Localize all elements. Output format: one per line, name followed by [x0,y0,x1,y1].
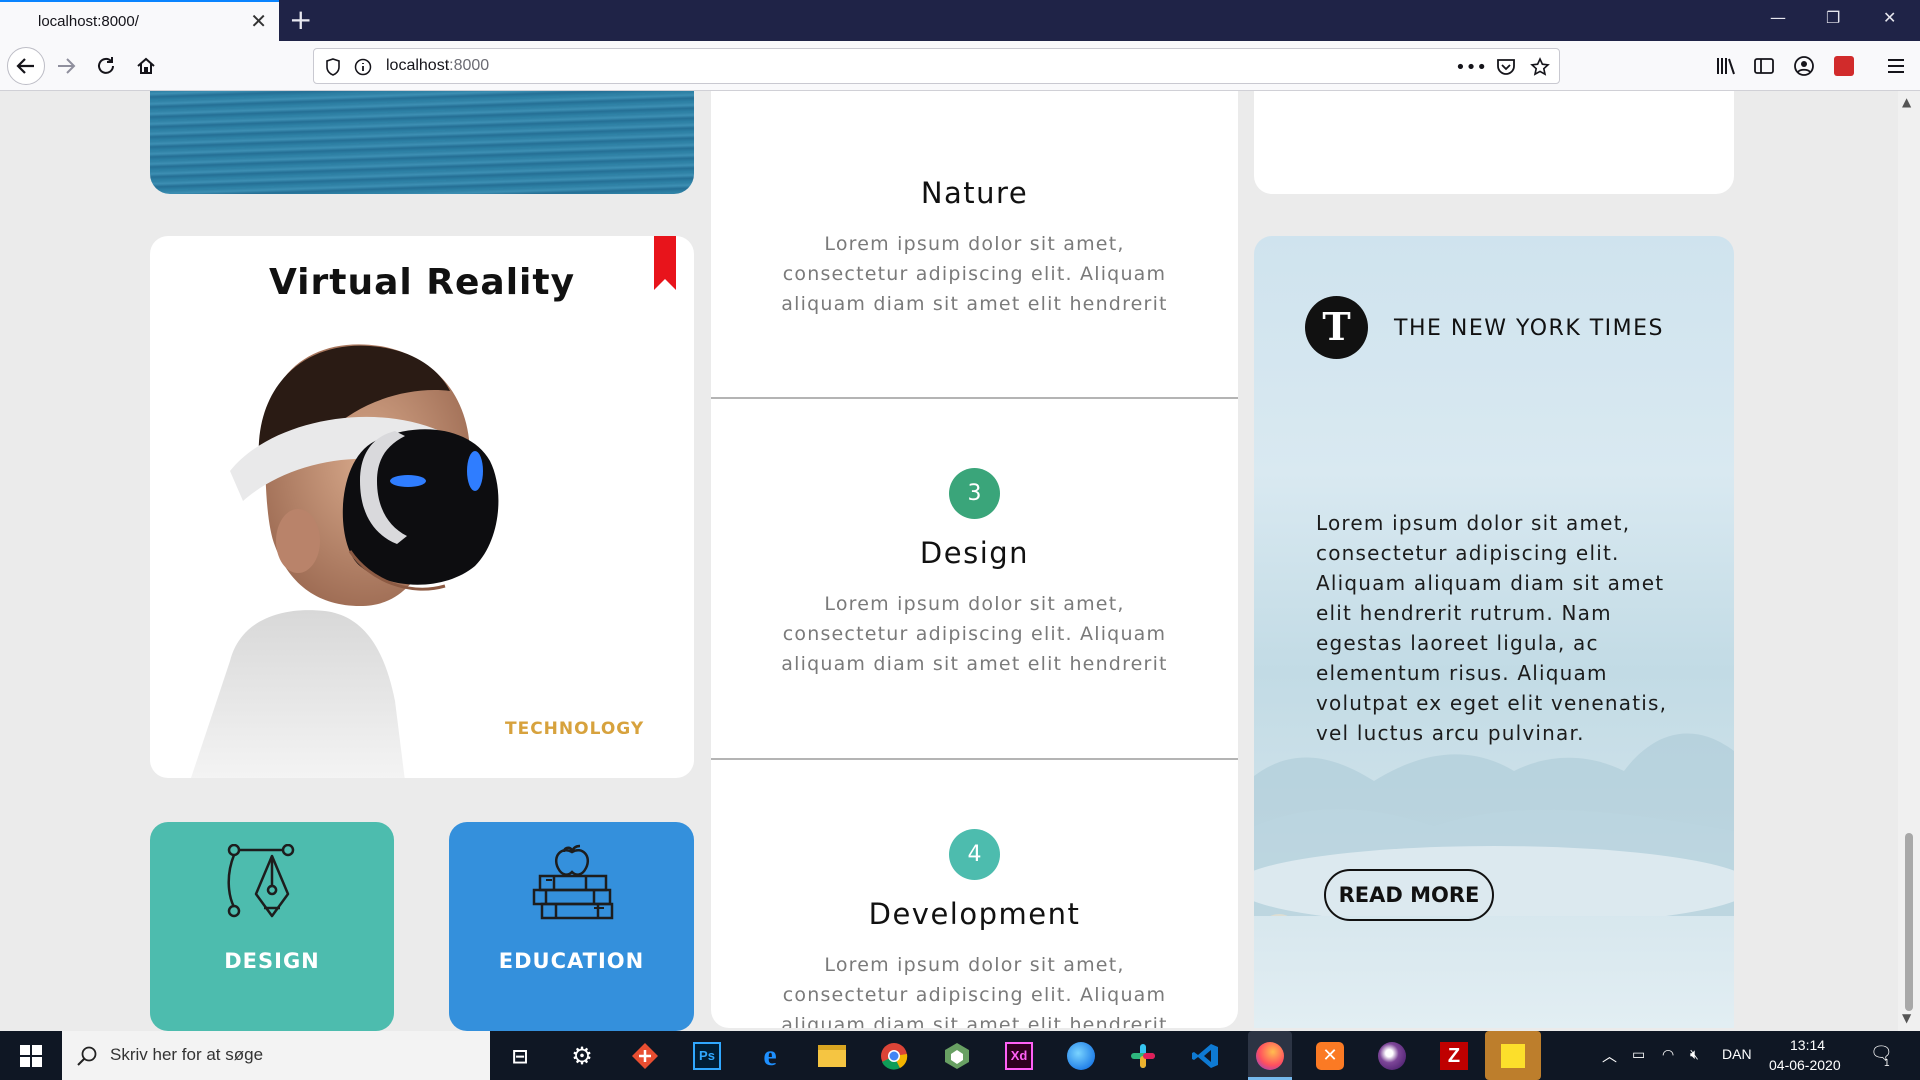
xampp-app-icon[interactable]: ✕ [1311,1037,1349,1075]
address-bar[interactable]: localhost:8000 ••• [313,48,1560,84]
tab-title: localhost:8000/ [38,13,139,30]
design-category-tile[interactable]: DESIGN [150,822,394,1031]
virtual-reality-card[interactable]: Virtual Reality TECHNOLOGY [150,236,694,778]
forward-arrow-icon [58,58,76,74]
adobe-xd-icon[interactable]: Xd [1000,1037,1038,1075]
pocket-icon[interactable] [1495,56,1517,78]
vscode-app-icon[interactable] [1186,1037,1224,1075]
browser-nav-bar: localhost:8000 ••• [0,41,1920,91]
restore-icon[interactable]: ❐ [1826,8,1840,27]
step-number-badge: 4 [949,829,1000,880]
page-actions-icon[interactable]: ••• [1455,56,1487,78]
blank-card [1254,91,1734,194]
windows-logo-icon [20,1044,42,1067]
article-excerpt: Lorem ipsum dolor sit amet, consectetur … [1316,511,1668,745]
step-description: Lorem ipsum dolor sit amet, consectetur … [781,593,1168,675]
library-icon[interactable] [1710,50,1742,82]
step-description: Lorem ipsum dolor sit amet, consectetur … [781,233,1168,315]
forward-button[interactable] [50,50,82,82]
task-view-icon[interactable]: ⊟ [501,1037,539,1075]
vr-card-title: Virtual Reality [268,262,576,303]
menu-icon[interactable] [1880,50,1912,82]
browser-tab-bar: localhost:8000/ ✕ + — ❐ ✕ [0,0,1920,41]
slack-app-icon[interactable] [1124,1037,1162,1075]
edge-browser-icon[interactable]: e [751,1037,789,1075]
reload-button[interactable] [90,50,122,82]
info-icon[interactable] [352,56,374,78]
step-item: 4 Development Lorem ipsum dolor sit amet… [711,760,1238,1028]
firefox-developer-icon[interactable] [1062,1037,1100,1075]
tor-browser-icon[interactable] [1373,1037,1411,1075]
start-button[interactable] [0,1031,62,1080]
account-icon[interactable] [1788,50,1820,82]
step-item: 3 Design Lorem ipsum dolor sit amet, con… [711,399,1238,761]
windows-taskbar: Skriv her for at søge ⊟ ⚙ Ps e Xd ✕ Z ︿ … [0,1031,1920,1080]
minimize-icon[interactable]: — [1770,8,1786,27]
education-tile-label: EDUCATION [498,949,645,973]
photoshop-app-icon[interactable]: Ps [688,1037,726,1075]
file-explorer-icon[interactable] [813,1037,851,1075]
step-title: Design [919,536,1030,570]
git-app-icon[interactable] [626,1037,664,1075]
clock-date[interactable]: 04-06-2020 [1769,1057,1841,1073]
back-arrow-icon [16,58,34,74]
show-hidden-icons[interactable]: ︿ [1602,1045,1617,1066]
home-button[interactable] [130,50,162,82]
tab-close-icon[interactable]: ✕ [250,10,267,32]
firefox-browser-icon[interactable] [1248,1031,1292,1080]
read-more-button[interactable]: READ MORE [1324,869,1494,921]
page-scrollbar[interactable]: ▲ ▼ [1898,91,1920,1031]
scroll-up-icon[interactable]: ▲ [1902,95,1911,109]
scrollbar-thumb[interactable] [1905,833,1913,1011]
new-tab-icon[interactable]: + [289,5,312,35]
home-icon [137,57,155,74]
search-icon [77,1046,97,1066]
clock-time[interactable]: 13:14 [1790,1037,1825,1053]
bookmark-ribbon-icon[interactable] [654,236,676,290]
volume-muted-icon[interactable]: 🔇︎ [1690,1046,1699,1063]
extension-icon[interactable] [1828,50,1860,82]
filezilla-app-icon[interactable]: Z [1435,1037,1473,1075]
pen-tool-icon [227,844,295,918]
scroll-down-icon[interactable]: ▼ [1902,1011,1911,1025]
step-item: Nature Lorem ipsum dolor sit amet, conse… [711,91,1238,423]
settings-gear-icon[interactable]: ⚙ [563,1037,601,1075]
nyt-logo-icon: T [1305,296,1368,359]
step-title: Nature [920,176,1029,210]
notification-count: 1 [1884,1058,1890,1069]
back-button[interactable] [7,47,45,85]
vr-headset-person-image [191,344,499,778]
sidebar-icon[interactable] [1748,50,1780,82]
url-text: localhost:8000 [386,57,490,74]
publisher-name: THE NEW YORK TIMES [1394,316,1665,341]
sticky-notes-icon[interactable] [1485,1031,1541,1080]
chrome-browser-icon[interactable] [875,1037,913,1075]
technology-tag[interactable]: TECHNOLOGY [505,719,644,739]
wifi-icon[interactable]: ◠ [1662,1046,1674,1063]
nyt-article-card[interactable]: T THE NEW YORK TIMES Lorem ipsum dolor s… [1254,236,1734,1028]
node-app-icon[interactable] [938,1037,976,1075]
step-description: Lorem ipsum dolor sit amet, consectetur … [781,954,1168,1028]
bookmark-star-icon[interactable] [1529,56,1551,78]
reload-icon [98,57,114,74]
search-placeholder: Skriv her for at søge [110,1045,264,1064]
battery-icon[interactable]: ▭ [1632,1046,1645,1063]
browser-tab[interactable]: localhost:8000/ ✕ [0,0,279,41]
shield-icon[interactable] [322,56,344,78]
ocean-image [150,91,694,194]
step-number-badge: 3 [949,468,1000,519]
education-category-tile[interactable]: EDUCATION [449,822,694,1031]
step-title: Development [868,897,1081,931]
steps-column-card: Nature Lorem ipsum dolor sit amet, conse… [711,91,1238,1028]
window-close-icon[interactable]: ✕ [1883,8,1896,27]
design-tile-label: DESIGN [224,949,320,973]
taskbar-search-box[interactable]: Skriv her for at søge [62,1031,490,1080]
page-viewport: Virtual Reality TECHNOLOGY DESIGN EDUCAT… [0,91,1898,1031]
language-indicator[interactable]: DAN [1722,1046,1752,1062]
books-apple-icon [532,844,613,920]
